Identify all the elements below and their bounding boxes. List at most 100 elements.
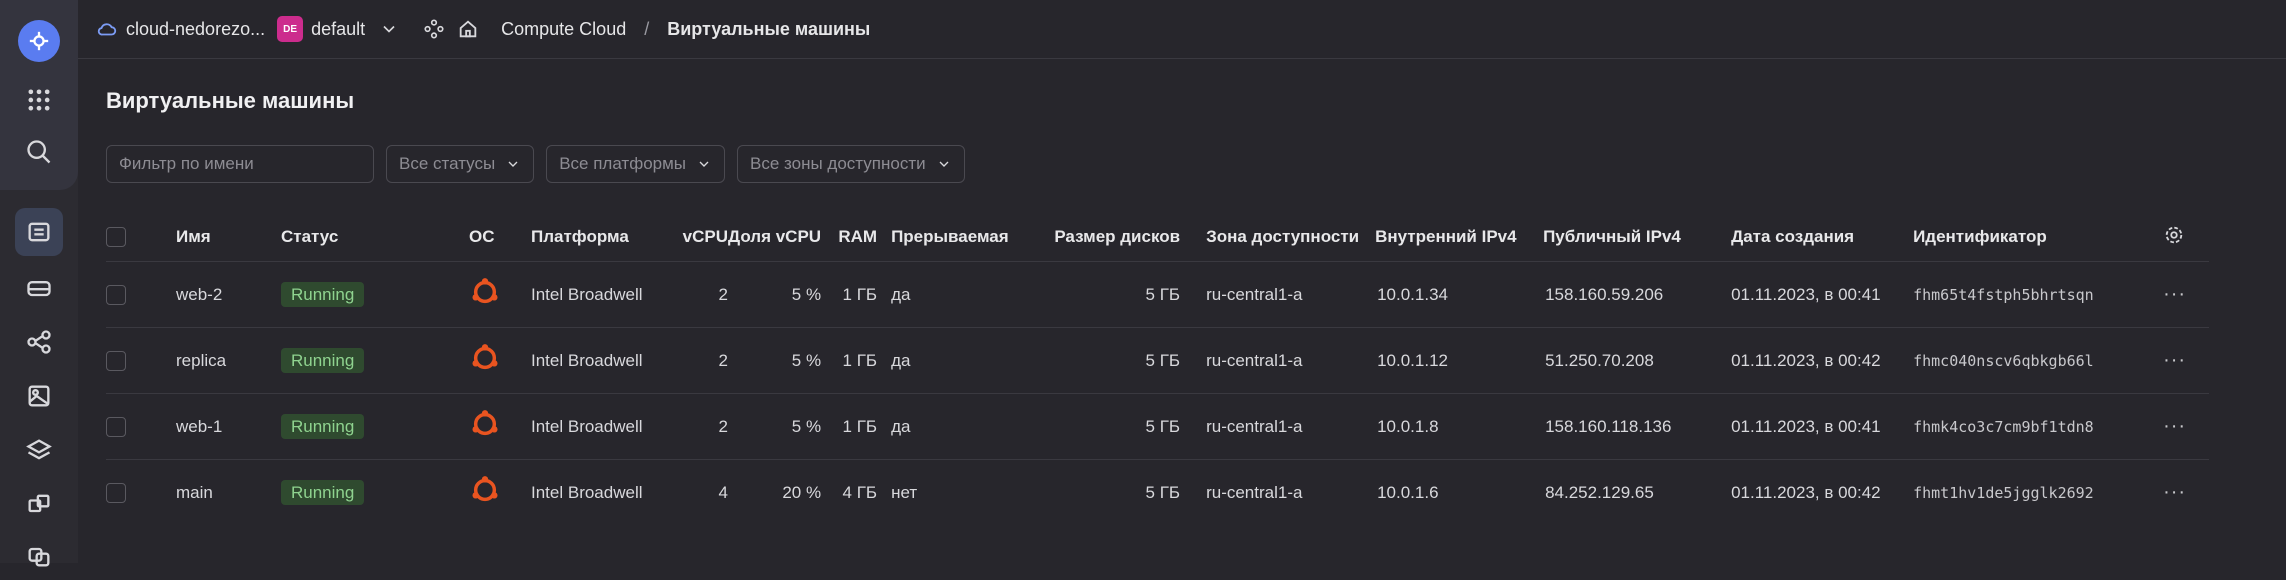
id-cell: fhmt1hv1de5jgglk2692 <box>1913 459 2164 525</box>
home-icon[interactable] <box>457 18 479 40</box>
cloud-selector[interactable]: cloud-nedorezo... <box>96 18 265 40</box>
zone-cell: ru-central1-a <box>1180 261 1376 328</box>
preemptible-cell: да <box>877 327 1048 394</box>
os-cell <box>469 327 531 394</box>
chevron-down-icon <box>508 161 518 167</box>
table-row[interactable]: web-2 Running Intel Broadwell 2 5 % 1 ГБ… <box>106 261 2210 328</box>
column-header[interactable]: Платформа <box>531 213 666 262</box>
column-header[interactable]: Размер дисков <box>1047 213 1180 262</box>
row-checkbox[interactable] <box>106 482 126 503</box>
chevron-down-icon <box>939 161 949 167</box>
os-cell <box>469 261 531 328</box>
column-header[interactable]: Дата создания <box>1731 213 1913 262</box>
column-header[interactable]: Публичный IPv4 <box>1543 213 1731 262</box>
column-header[interactable]: Статус <box>281 213 469 262</box>
zone-cell: ru-central1-a <box>1180 393 1376 460</box>
vcpu-share-cell: 5 % <box>728 261 822 328</box>
column-header[interactable]: vCPU <box>666 213 728 262</box>
more-icon[interactable]: ··· <box>2163 283 2186 305</box>
column-header[interactable]: ОС <box>469 213 531 262</box>
platform-cell: Intel Broadwell <box>531 327 666 394</box>
breadcrumb-current: Виртуальные машины <box>667 18 871 39</box>
column-header[interactable]: Имя <box>176 213 281 262</box>
vcpu-cell: 2 <box>666 393 728 460</box>
image-icon[interactable] <box>15 372 63 420</box>
column-header[interactable]: Прерываемая <box>877 213 1047 262</box>
folder-selector[interactable]: DE default <box>277 16 399 42</box>
os-cell <box>469 393 531 460</box>
vm-list-icon[interactable] <box>15 208 63 256</box>
vm-name[interactable]: replica <box>176 327 281 394</box>
column-header[interactable]: Идентификатор <box>1913 213 2163 262</box>
platform-filter-select[interactable]: Все платформы <box>546 145 726 183</box>
name-filter-placeholder: Фильтр по имени <box>119 154 254 173</box>
vcpu-share-cell: 20 % <box>728 459 822 525</box>
apps-grid-icon[interactable] <box>15 76 63 124</box>
name-filter-input[interactable]: Фильтр по имени <box>106 145 374 183</box>
ram-cell: 1 ГБ <box>821 327 878 394</box>
preemptible-cell: да <box>877 393 1048 460</box>
vm-name[interactable]: web-1 <box>176 393 281 460</box>
vcpu-share-cell: 5 % <box>728 327 822 394</box>
left-rail <box>0 0 78 567</box>
more-icon[interactable]: ··· <box>2163 481 2186 503</box>
vcpu-share-cell: 5 % <box>728 393 822 460</box>
ubuntu-icon <box>472 410 498 436</box>
page-title: Виртуальные машины <box>106 88 355 113</box>
column-header[interactable]: Зона доступности <box>1180 213 1375 262</box>
logo-icon[interactable] <box>18 20 60 62</box>
os-cell <box>469 459 531 525</box>
created-cell: 01.11.2023, в 00:41 <box>1731 393 1914 460</box>
platform-cell: Intel Broadwell <box>531 393 666 460</box>
table-row[interactable]: main Running Intel Broadwell 4 20 % 4 ГБ… <box>106 459 2210 525</box>
column-header[interactable]: RAM <box>821 213 877 262</box>
network-icon[interactable] <box>15 318 63 366</box>
ubuntu-icon <box>472 278 498 304</box>
disk-size-cell: 5 ГБ <box>1047 327 1181 394</box>
disk-size-cell: 5 ГБ <box>1047 261 1181 328</box>
ubuntu-icon <box>472 476 498 502</box>
status-badge: Running <box>281 413 365 439</box>
vcpu-cell: 4 <box>666 459 728 525</box>
search-icon[interactable] <box>15 128 63 176</box>
table-row[interactable]: replica Running Intel Broadwell 2 5 % 1 … <box>106 327 2210 394</box>
created-cell: 01.11.2023, в 00:42 <box>1731 327 1914 394</box>
row-checkbox[interactable] <box>106 284 126 305</box>
vm-name[interactable]: main <box>176 459 281 525</box>
id-cell: fhmc040nscv6qbkgb66l <box>1913 327 2164 394</box>
services-map-icon[interactable] <box>423 18 445 40</box>
zone-filter-select[interactable]: Все зоны доступности <box>737 145 965 183</box>
internal-ip-cell: 10.0.1.6 <box>1375 459 1544 525</box>
ram-cell: 4 ГБ <box>821 459 878 525</box>
column-header[interactable]: Внутренний IPv4 <box>1375 213 1543 262</box>
breadcrumb-compute-cloud[interactable]: Compute Cloud <box>501 19 626 40</box>
table-settings-button[interactable] <box>2163 213 2209 262</box>
select-all-checkbox[interactable] <box>106 227 126 248</box>
row-checkbox[interactable] <box>106 350 126 371</box>
table-header-row: Имя Статус ОС Платформа vCPU Доля vCPU R… <box>106 213 2209 262</box>
zone-cell: ru-central1-a <box>1180 459 1376 525</box>
cubes-icon[interactable] <box>15 480 63 528</box>
services-icon[interactable] <box>15 532 63 580</box>
public-ip-cell: 51.250.70.208 <box>1543 327 1732 394</box>
internal-ip-cell: 10.0.1.12 <box>1375 327 1544 394</box>
column-header[interactable]: Доля vCPU <box>728 213 821 262</box>
layers-icon[interactable] <box>15 426 63 474</box>
internal-ip-cell: 10.0.1.34 <box>1375 261 1544 328</box>
public-ip-cell: 158.160.118.136 <box>1543 393 1732 460</box>
id-cell: fhmk4co3c7cm9bf1tdn8 <box>1913 393 2164 460</box>
row-checkbox[interactable] <box>106 416 126 437</box>
more-icon[interactable]: ··· <box>2163 349 2186 371</box>
disk-icon[interactable] <box>15 264 63 312</box>
zone-cell: ru-central1-a <box>1180 327 1376 394</box>
vm-name[interactable]: web-2 <box>176 261 281 328</box>
ram-cell: 1 ГБ <box>821 261 878 328</box>
vcpu-cell: 2 <box>666 261 728 328</box>
status-filter-select[interactable]: Все статусы <box>386 145 535 183</box>
internal-ip-cell: 10.0.1.8 <box>1375 393 1544 460</box>
more-icon[interactable]: ··· <box>2163 415 2186 437</box>
created-cell: 01.11.2023, в 00:42 <box>1731 459 1914 525</box>
table-row[interactable]: web-1 Running Intel Broadwell 2 5 % 1 ГБ… <box>106 393 2210 460</box>
id-cell: fhm65t4fstph5bhrtsqn <box>1913 261 2164 328</box>
settings-icon <box>2165 226 2183 243</box>
